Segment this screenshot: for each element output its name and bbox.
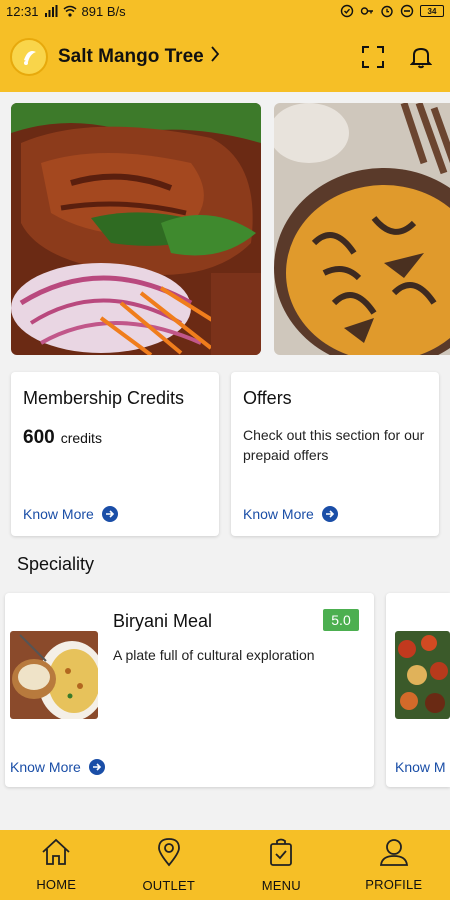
speciality-card-biryani[interactable]: Biryani Meal 5.0 A plate full of cultura…	[5, 593, 374, 787]
app-header: Salt Mango Tree	[0, 22, 450, 92]
membership-card-title: Membership Credits	[23, 388, 185, 408]
membership-credits-card[interactable]: Membership Credits 600 credits Know More	[11, 372, 219, 536]
scan-icon[interactable]	[360, 44, 386, 70]
speciality-know-more-link[interactable]: Know More	[10, 759, 105, 775]
speciality-item-description: A plate full of cultural exploration	[113, 647, 315, 663]
speciality-card-partial[interactable]: Know M	[386, 593, 450, 787]
location-pin-icon	[157, 837, 181, 872]
credits-label: credits	[60, 430, 102, 446]
dnd-icon	[400, 4, 414, 18]
vpn-icon	[340, 4, 354, 18]
nav-label: MENU	[261, 878, 301, 893]
alarm-icon	[380, 4, 394, 18]
chevron-right-icon	[210, 46, 220, 68]
nav-home[interactable]: HOME	[0, 830, 113, 900]
status-bar: 12:31 891 B/s 34	[0, 0, 450, 22]
know-more-label: Know More	[243, 506, 314, 522]
nav-profile[interactable]: PROFILE	[338, 830, 450, 900]
nav-outlet[interactable]: OUTLET	[113, 830, 226, 900]
status-time: 12:31	[6, 3, 39, 19]
arrow-right-circle-icon	[101, 506, 118, 522]
offers-know-more-link[interactable]: Know More	[243, 506, 338, 522]
network-speed: 891 B/s	[81, 3, 126, 19]
nav-label: HOME	[36, 877, 77, 892]
home-icon	[41, 838, 71, 871]
offers-description: Check out this section for our prepaid o…	[243, 427, 425, 463]
battery-icon: 34	[420, 5, 444, 17]
banner-image-curry[interactable]	[274, 103, 450, 355]
banner-image-fish-fry[interactable]	[11, 103, 261, 355]
offers-card-title: Offers	[243, 388, 292, 408]
nav-menu[interactable]: MENU	[225, 830, 338, 900]
speciality-partial-image	[395, 631, 450, 719]
notification-bell-icon[interactable]	[408, 44, 434, 70]
signal-icon	[44, 4, 58, 18]
offers-card[interactable]: Offers Check out this section for our pr…	[231, 372, 439, 536]
speciality-item-title: Biryani Meal	[113, 611, 213, 631]
know-more-label: Know More	[10, 759, 81, 775]
arrow-right-circle-icon	[321, 506, 338, 522]
credits-value: 600	[23, 427, 55, 448]
profile-icon	[379, 838, 409, 871]
outlet-selector[interactable]: Salt Mango Tree	[58, 46, 220, 68]
restaurant-logo[interactable]	[10, 38, 48, 76]
nav-label: PROFILE	[365, 877, 423, 892]
bottom-navigation: HOME OUTLET MENU PROFILE	[0, 830, 450, 900]
wifi-icon	[63, 4, 77, 18]
biryani-image	[10, 631, 98, 719]
arrow-right-circle-icon	[88, 759, 105, 775]
key-icon	[360, 4, 374, 18]
outlet-name: Salt Mango Tree	[58, 46, 204, 67]
banner-carousel[interactable]	[11, 103, 450, 355]
rating-badge: 5.0	[323, 609, 359, 631]
speciality-know-more-link[interactable]: Know M	[395, 759, 446, 775]
know-more-label: Know More	[23, 506, 94, 522]
shopping-bag-icon	[269, 837, 293, 872]
speciality-section-title: Speciality	[17, 554, 95, 574]
nav-label: OUTLET	[142, 878, 195, 893]
membership-know-more-link[interactable]: Know More	[23, 506, 118, 522]
